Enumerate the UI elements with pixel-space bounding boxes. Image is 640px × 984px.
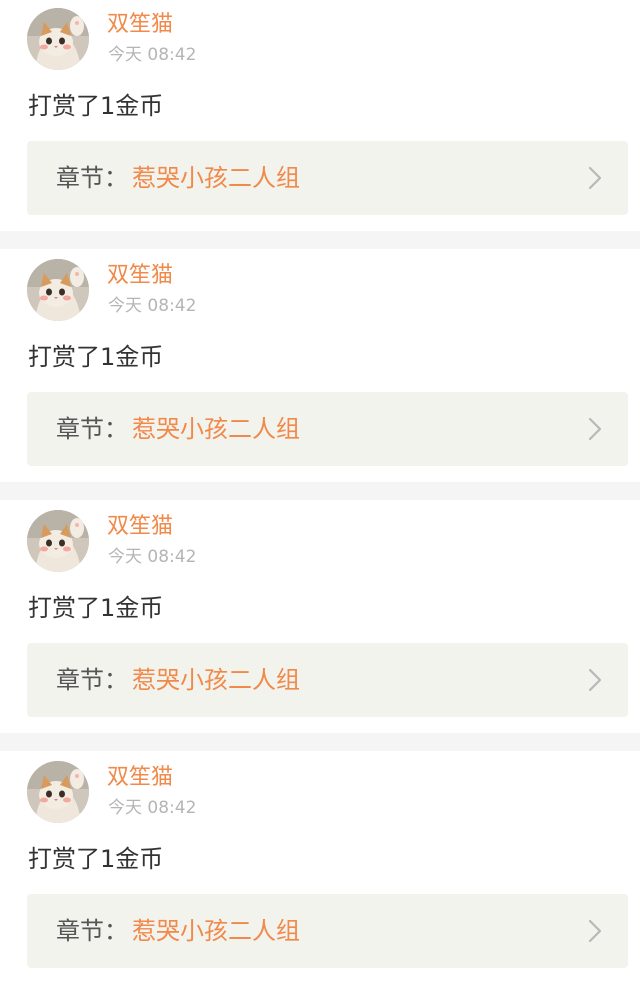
timestamp: 今天 08:42 (108, 296, 197, 316)
chevron-right-icon (588, 166, 602, 190)
timestamp: 今天 08:42 (108, 798, 197, 818)
chevron-right-icon (588, 668, 602, 692)
chapter-link[interactable]: 章节： 惹哭小孩二人组 (27, 894, 628, 968)
reward-message: 打赏了1金币 (28, 343, 164, 371)
reward-message: 打赏了1金币 (28, 845, 164, 873)
chapter-label: 章节： (56, 415, 128, 443)
chevron-right-icon (588, 919, 602, 943)
chapter-title: 惹哭小孩二人组 (132, 666, 300, 694)
username[interactable]: 双笙猫 (107, 765, 173, 791)
chapter-link[interactable]: 章节： 惹哭小孩二人组 (27, 141, 628, 215)
reward-card: 双笙猫 今天 08:42 打赏了1金币 章节： 惹哭小孩二人组 (0, 751, 640, 984)
avatar[interactable] (27, 259, 89, 321)
chevron-right-icon (588, 417, 602, 441)
username[interactable]: 双笙猫 (107, 12, 173, 38)
username[interactable]: 双笙猫 (107, 514, 173, 540)
reward-message: 打赏了1金币 (28, 92, 164, 120)
chapter-link[interactable]: 章节： 惹哭小孩二人组 (27, 643, 628, 717)
chapter-title: 惹哭小孩二人组 (132, 917, 300, 945)
timestamp: 今天 08:42 (108, 547, 197, 567)
avatar[interactable] (27, 510, 89, 572)
chapter-title: 惹哭小孩二人组 (132, 415, 300, 443)
reward-feed: 双笙猫 今天 08:42 打赏了1金币 章节： 惹哭小孩二人组 双笙猫 今天 0… (0, 0, 640, 984)
reward-card: 双笙猫 今天 08:42 打赏了1金币 章节： 惹哭小孩二人组 (0, 249, 640, 482)
chapter-label: 章节： (56, 164, 128, 192)
chapter-label: 章节： (56, 666, 128, 694)
chapter-title: 惹哭小孩二人组 (132, 164, 300, 192)
timestamp: 今天 08:42 (108, 45, 197, 65)
avatar[interactable] (27, 761, 89, 823)
username[interactable]: 双笙猫 (107, 263, 173, 289)
reward-card: 双笙猫 今天 08:42 打赏了1金币 章节： 惹哭小孩二人组 (0, 500, 640, 733)
chapter-link[interactable]: 章节： 惹哭小孩二人组 (27, 392, 628, 466)
reward-message: 打赏了1金币 (28, 594, 164, 622)
chapter-label: 章节： (56, 917, 128, 945)
avatar[interactable] (27, 8, 89, 70)
reward-card: 双笙猫 今天 08:42 打赏了1金币 章节： 惹哭小孩二人组 (0, 0, 640, 231)
